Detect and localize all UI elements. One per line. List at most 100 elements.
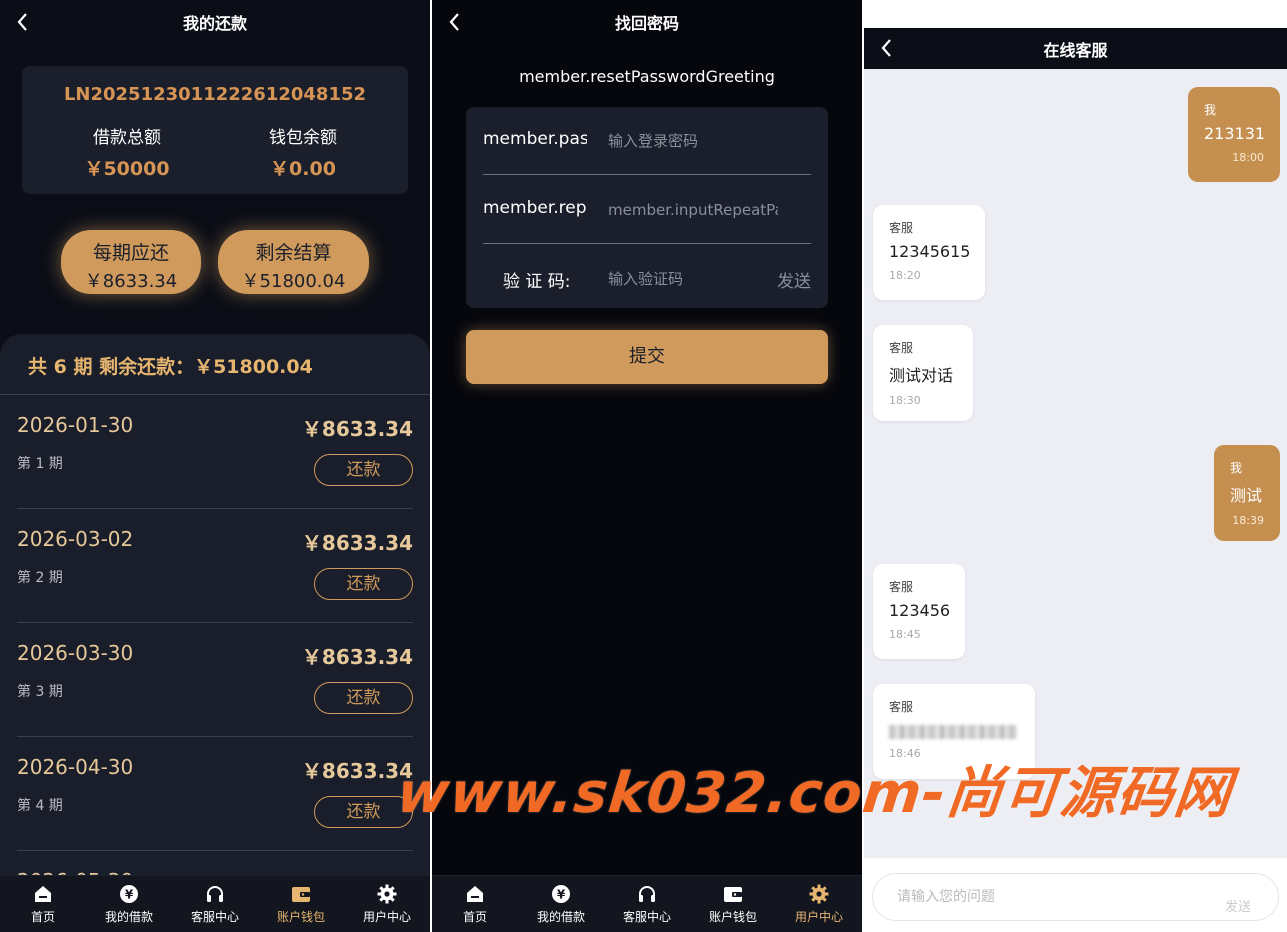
chat-send-button[interactable]: 发送 xyxy=(1225,896,1251,915)
verification-code-input[interactable] xyxy=(608,265,758,293)
loan-total: 借款总额 ￥50000 xyxy=(47,123,207,181)
tab-home[interactable]: 首页 xyxy=(0,876,86,932)
schedule-summary: 共 6 期 剩余还款：￥51800.04 xyxy=(28,356,313,378)
installment-row: 2026-01-30 ￥8633.34 第 1 期 还款 xyxy=(17,395,413,509)
nav-bar: 在线客服 xyxy=(864,28,1287,69)
message-sender: 我 xyxy=(1204,103,1217,117)
installment-row: 2026-03-30 ￥8633.34 第 3 期 还款 xyxy=(17,623,413,737)
message-time: 18:39 xyxy=(1232,514,1264,527)
message-time: 18:20 xyxy=(889,269,921,282)
tab-label: 账户钱包 xyxy=(708,910,757,924)
password-row: member.password xyxy=(483,107,811,175)
tab-home[interactable]: 首页 xyxy=(432,876,518,932)
chat-input-bar: 发送 xyxy=(864,858,1287,932)
tab-wallet[interactable]: 账户钱包 xyxy=(258,876,344,932)
message-sender: 客服 xyxy=(889,700,914,714)
repeat-password-label: member.repeatPassword xyxy=(483,198,587,218)
tab-label: 用户中心 xyxy=(362,910,411,924)
tab-label: 我的借款 xyxy=(536,910,585,924)
tab-bar: 首页 ¥ 我的借款 客服中心 账户钱包 用户中心 xyxy=(432,875,862,932)
message-sender: 客服 xyxy=(889,221,914,235)
blurred-message-image xyxy=(889,725,1017,739)
svg-text:¥: ¥ xyxy=(125,888,134,902)
installment-amount: ￥8633.34 xyxy=(301,417,413,441)
message-text: 测试对话 xyxy=(889,366,954,385)
message-sender: 客服 xyxy=(889,341,914,355)
tab-user-center[interactable]: 用户中心 xyxy=(776,876,862,932)
message-time: 18:46 xyxy=(889,747,921,760)
tab-my-loans[interactable]: ¥ 我的借款 xyxy=(518,876,604,932)
per-period-value: ￥8633.34 xyxy=(84,271,178,292)
send-code-button[interactable]: 发送 xyxy=(777,267,811,292)
schedule-panel: 共 6 期 剩余还款：￥51800.04 2026-01-30 ￥8633.34… xyxy=(0,334,430,932)
installment-period: 第 3 期 xyxy=(17,684,63,700)
back-button[interactable] xyxy=(12,9,34,35)
tab-label: 用户中心 xyxy=(794,910,843,924)
repeat-password-row: member.repeatPassword xyxy=(483,176,811,244)
loan-total-value: ￥50000 xyxy=(84,158,170,180)
repay-button[interactable]: 还款 xyxy=(314,796,413,828)
home-icon xyxy=(35,886,51,902)
gear-icon xyxy=(377,884,397,904)
chat-message-outgoing: 我 213131 18:00 xyxy=(1188,87,1280,182)
back-button[interactable] xyxy=(444,9,466,35)
chevron-left-icon xyxy=(881,39,891,57)
loan-summary-card: LN20251230112226120481​52 借款总额 ￥50000 钱包… xyxy=(22,66,408,194)
installment-period: 第 1 期 xyxy=(17,456,63,472)
message-text: 213131 xyxy=(1204,124,1266,143)
password-input[interactable] xyxy=(608,127,778,155)
tab-wallet[interactable]: 账户钱包 xyxy=(690,876,776,932)
loan-number: LN20251230112226120481​52 xyxy=(63,84,367,105)
loan-total-label: 借款总额 xyxy=(93,128,161,148)
reset-greeting: member.resetPasswordGreeting xyxy=(519,67,775,86)
message-sender: 我 xyxy=(1230,461,1243,475)
installment-amount: ￥8633.34 xyxy=(301,531,413,555)
message-text: 测试 xyxy=(1230,486,1263,505)
repay-button[interactable]: 还款 xyxy=(314,454,413,486)
repay-button[interactable]: 还款 xyxy=(314,568,413,600)
tab-label: 账户钱包 xyxy=(276,910,325,924)
tab-my-loans[interactable]: ¥ 我的借款 xyxy=(86,876,172,932)
gear-icon xyxy=(809,884,829,904)
installment-date: 2026-01-30 xyxy=(17,413,134,437)
password-label: member.password xyxy=(483,129,587,149)
wallet-balance-value: ￥0.00 xyxy=(270,158,336,180)
yen-coin-icon: ¥ xyxy=(552,885,570,903)
chevron-left-icon xyxy=(17,13,27,31)
chat-message-incoming: 客服 测试对话 18:30 xyxy=(873,325,973,421)
wallet-balance: 钱包余额 ￥0.00 xyxy=(223,123,383,181)
repeat-password-input[interactable] xyxy=(608,196,778,224)
status-bar xyxy=(864,0,1287,28)
message-text: 12345615 xyxy=(889,242,971,261)
nav-bar: 我的还款 xyxy=(0,0,430,44)
installment-row: 2026-03-02 ￥8633.34 第 2 期 还款 xyxy=(17,509,413,623)
tab-support[interactable]: 客服中心 xyxy=(604,876,690,932)
tab-label: 我的借款 xyxy=(104,910,153,924)
chevron-left-icon xyxy=(449,13,459,31)
tab-label: 首页 xyxy=(30,910,55,924)
home-icon xyxy=(467,886,483,902)
chat-input[interactable] xyxy=(872,873,1279,921)
chat-message-incoming: 客服 18:46 xyxy=(873,684,1035,779)
submit-button[interactable]: 提交 xyxy=(466,330,828,384)
chat-message-outgoing: 我 测试 18:39 xyxy=(1214,445,1280,541)
reset-password-screen: 找回密码 member.resetPasswordGreeting member… xyxy=(432,0,862,932)
tab-label: 首页 xyxy=(462,910,487,924)
tab-label: 客服中心 xyxy=(622,910,671,924)
remaining-settlement-button[interactable]: 剩余结算 ￥51800.04 xyxy=(218,230,369,294)
page-title: 找回密码 xyxy=(614,14,679,33)
chat-message-incoming: 客服 12345615 18:20 xyxy=(873,205,985,300)
tab-support[interactable]: 客服中心 xyxy=(172,876,258,932)
installment-amount: ￥8633.34 xyxy=(301,759,413,783)
back-button[interactable] xyxy=(876,35,898,61)
verification-code-row: 验 证 码: 发送 xyxy=(483,245,811,313)
chat-message-incoming: 客服 123456 18:45 xyxy=(873,564,965,659)
installment-period: 第 4 期 xyxy=(17,798,63,814)
per-period-button[interactable]: 每期应还 ￥8633.34 xyxy=(61,230,201,294)
tab-user-center[interactable]: 用户中心 xyxy=(344,876,430,932)
chat-screen: 在线客服 我 213131 18:00 客服 12345615 18:20 客服… xyxy=(864,0,1287,932)
repay-button[interactable]: 还款 xyxy=(314,682,413,714)
page-title: 我的还款 xyxy=(182,14,247,33)
headset-icon xyxy=(639,886,655,902)
tab-bar: 首页 ¥ 我的借款 客服中心 账户钱包 用户中心 xyxy=(0,875,430,932)
